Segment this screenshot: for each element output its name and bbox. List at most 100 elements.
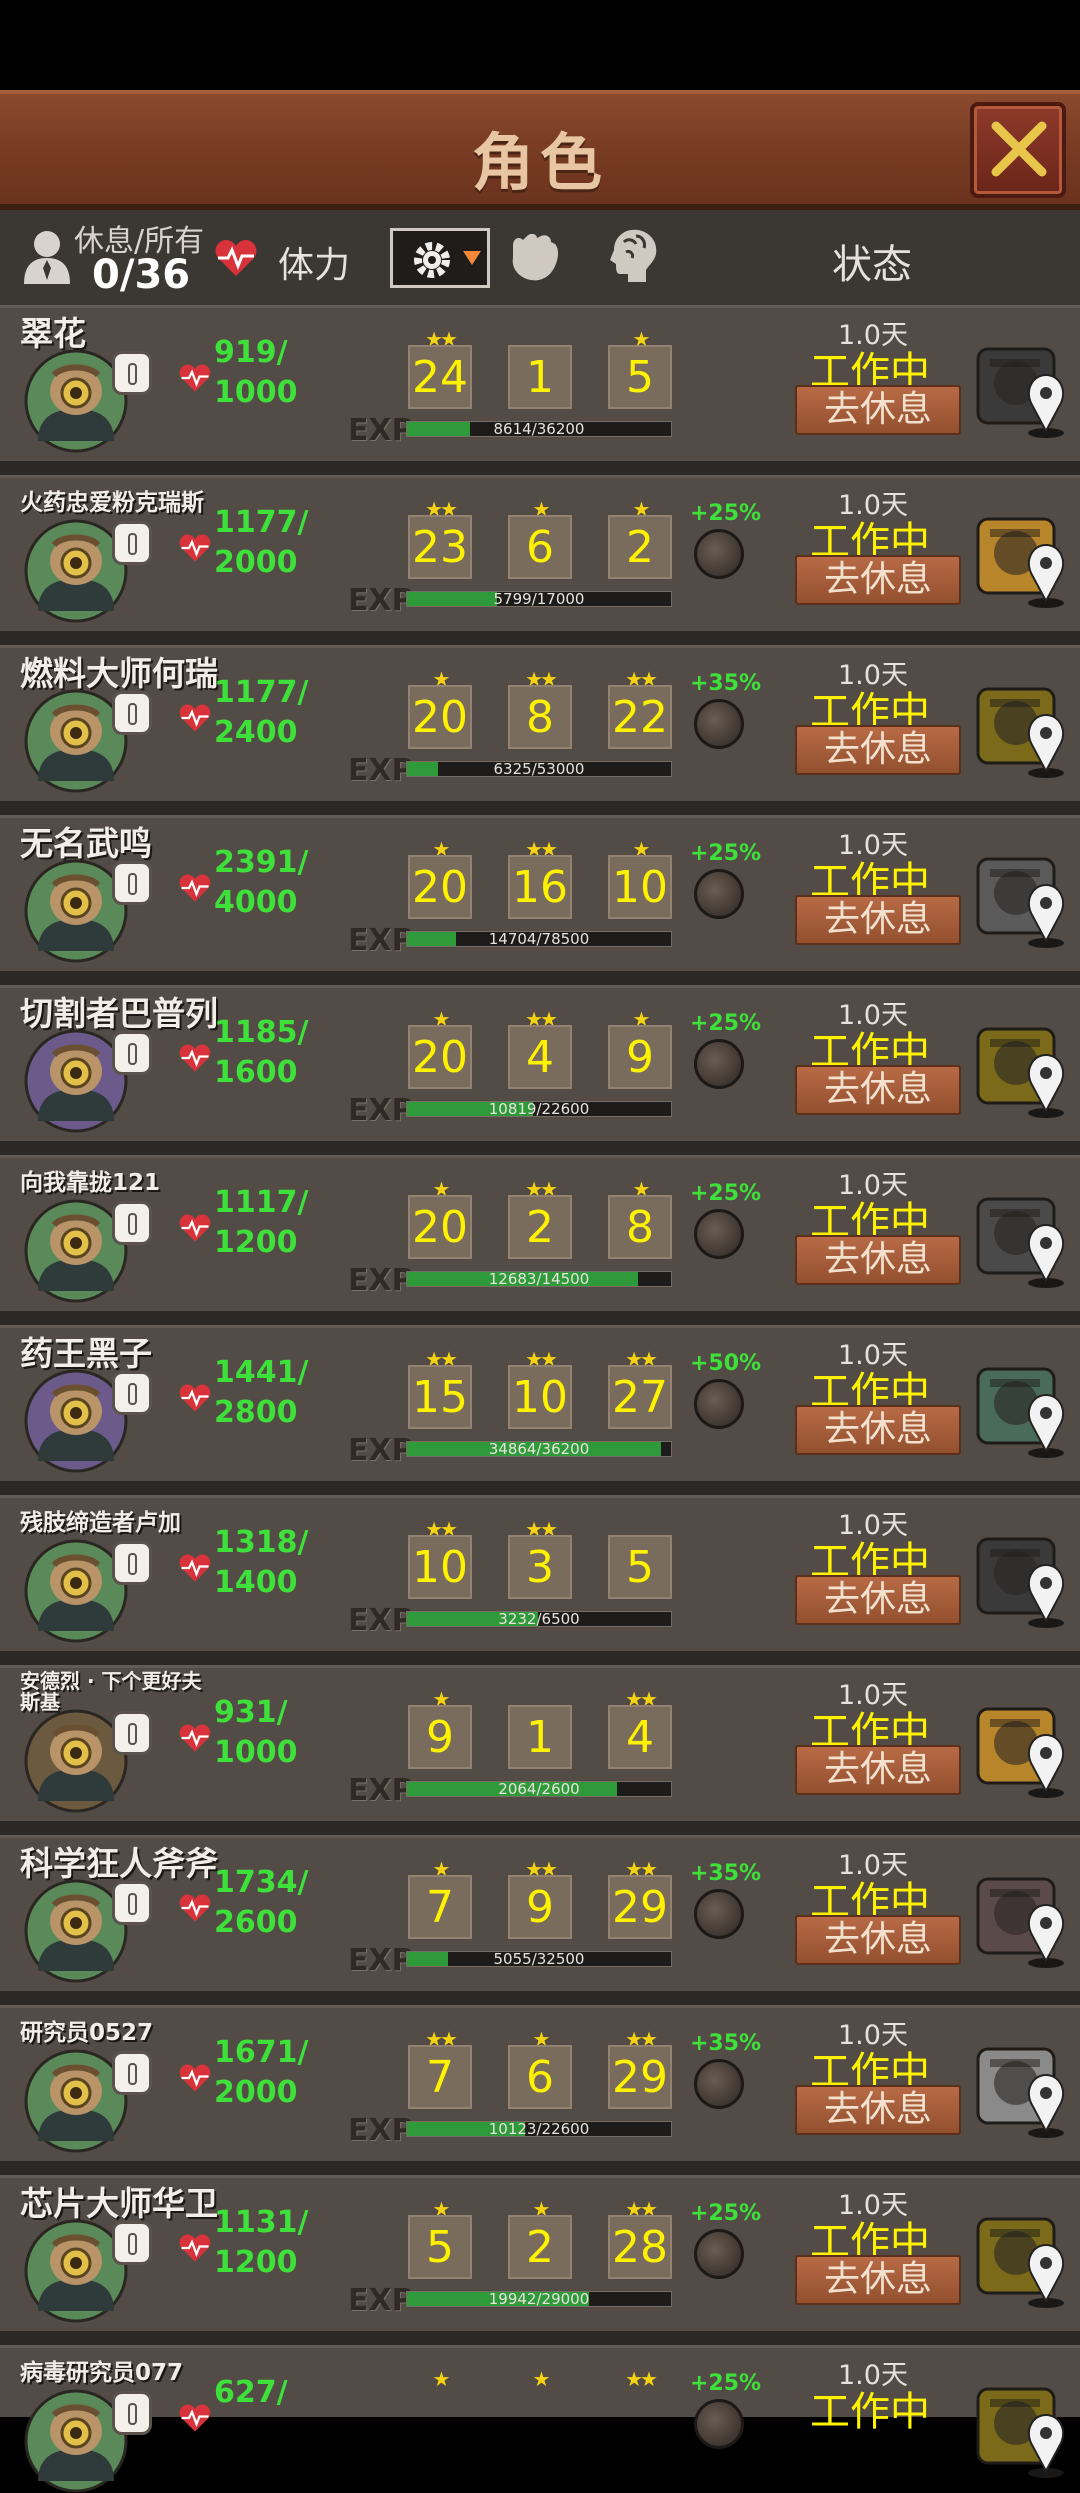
info-icon[interactable] [112, 1881, 152, 1925]
exp-text: 12683/14500 [488, 1270, 590, 1288]
fist-icon[interactable] [505, 228, 565, 288]
close-icon [991, 121, 1047, 177]
character-row[interactable]: 翠花 919/1000 ★★ 24 1 5 ★ EXP 8614/36200 1.0天 工作中 去休… [0, 305, 1080, 475]
rest-button[interactable]: 去休息 [795, 2255, 961, 2305]
rest-button[interactable]: 去休息 [795, 1915, 961, 1965]
info-icon[interactable] [112, 1541, 152, 1585]
hp-value: 1318/1400 [214, 1523, 308, 1603]
exp-progress-bar: 19942/29000 [406, 2290, 672, 2308]
character-row[interactable]: 切割者巴普列 1185/1600 ★ 20 ★★ 4 ★ 9 EXP 10819/22600 +2… [0, 985, 1080, 1155]
character-row[interactable]: 火药忠爱粉克瑞斯 1177/2000 ★★ 23 ★ 6 ★ 2 EXP 5799/17000 +… [0, 475, 1080, 645]
info-icon[interactable] [112, 2221, 152, 2265]
info-icon[interactable] [112, 691, 152, 735]
info-icon[interactable] [112, 351, 152, 395]
character-row[interactable]: 病毒研究员077 627/★ ★ ★★ +25% 1.0天 工作中 [0, 2345, 1080, 2493]
map-pin-icon[interactable] [1025, 1731, 1067, 1799]
stat-stars: ★★ [525, 1347, 558, 1371]
bonus-item-icon [694, 2399, 744, 2449]
stat-value: 15 [408, 1365, 472, 1429]
exp-text: 6325/53000 [493, 760, 585, 778]
exp-text: 3232/6500 [498, 1610, 580, 1628]
hp-max: 4000 [214, 885, 298, 920]
rest-button[interactable]: 去休息 [795, 895, 961, 945]
rest-button[interactable]: 去休息 [795, 385, 961, 435]
bonus-percent: +25% [690, 2201, 762, 2226]
map-pin-icon[interactable] [1025, 371, 1067, 439]
map-pin-icon[interactable] [1025, 1561, 1067, 1629]
rest-button[interactable]: 去休息 [795, 725, 961, 775]
stat-value: 23 [408, 515, 472, 579]
character-row[interactable]: 药王黑子 1441/2800 ★★ 15 ★★ 10 ★★ 27 EXP 34864/36200… [0, 1325, 1080, 1495]
info-icon[interactable] [112, 1201, 152, 1245]
character-row[interactable]: 燃料大师何瑞 1177/2400 ★ 20 ★★ 8 ★★ 22 EXP 6325/53000 +… [0, 645, 1080, 815]
map-pin-icon[interactable] [1025, 541, 1067, 609]
rest-button[interactable]: 去休息 [795, 1065, 961, 1115]
brain-icon[interactable] [606, 226, 662, 286]
character-row[interactable]: 科学狂人斧斧 1734/2600 ★ 7 ★★ 9 ★★ 29 EXP 5055/32500 +3… [0, 1835, 1080, 2005]
bonus-percent: +35% [690, 2031, 762, 2056]
stat-stars: ★★ [625, 667, 658, 691]
character-row[interactable]: 芯片大师华卫 1131/1200 ★ 5 ★ 2 ★★ 28 EXP 19942/29000 +2… [0, 2175, 1080, 2345]
hp-current: 1131/ [214, 2205, 309, 2240]
info-icon[interactable] [112, 861, 152, 905]
stat-value: 16 [508, 855, 572, 919]
info-icon[interactable] [112, 521, 152, 565]
rest-button[interactable]: 去休息 [795, 555, 961, 605]
character-row[interactable]: 无名武鸣 2391/4000 ★ 20 ★★ 16 ★ 10 EXP 14704/78500 +2… [0, 815, 1080, 985]
rest-button[interactable]: 去休息 [795, 1745, 961, 1795]
character-list: 翠花 919/1000 ★★ 24 1 5 ★ EXP 8614/36200 1.0天 工作中 去休… [0, 305, 1080, 2493]
gear-filter-icon [414, 242, 450, 278]
stat-stars: ★ [632, 327, 651, 351]
heart-icon[interactable] [214, 238, 258, 278]
map-pin-icon[interactable] [1025, 1221, 1067, 1289]
hp-max: 2600 [214, 1905, 298, 1940]
hp-current: 931/ [214, 1695, 288, 1730]
map-pin-icon[interactable] [1025, 881, 1067, 949]
stat-stars: ★★ [425, 1347, 458, 1371]
stat-value: 10 [608, 855, 672, 919]
stat-value: 5 [608, 345, 672, 409]
info-icon[interactable] [112, 1711, 152, 1755]
map-pin-icon[interactable] [1025, 2071, 1067, 2139]
rest-button[interactable]: 去休息 [795, 1575, 961, 1625]
map-pin-icon[interactable] [1025, 2241, 1067, 2309]
stat-stars: ★ [432, 2367, 451, 2391]
map-pin-icon[interactable] [1025, 2411, 1067, 2479]
craft-filter-dropdown[interactable] [390, 228, 490, 288]
hp-current: 627/ [214, 2375, 288, 2410]
exp-label: EXP [348, 2113, 414, 2148]
heart-icon [179, 874, 211, 902]
hp-value: 1185/1600 [214, 1013, 308, 1093]
map-pin-icon[interactable] [1025, 711, 1067, 779]
stat-stars: ★★ [625, 1687, 658, 1711]
character-row[interactable]: 残肢缔造者卢加 1318/1400 ★★ 10 ★★ 3 5 EXP 3232/6500 1.0… [0, 1495, 1080, 1665]
bonus-percent: +25% [690, 1181, 762, 1206]
character-row[interactable]: 研究员0527 1671/2000 ★★ 7 ★ 6 ★★ 29 EXP 10123/22600… [0, 2005, 1080, 2175]
rest-button[interactable]: 去休息 [795, 1235, 961, 1285]
exp-label: EXP [348, 1263, 414, 1298]
stat-stars: ★ [632, 1177, 651, 1201]
stat-value: 6 [508, 515, 572, 579]
stat-stars: ★ [432, 2197, 451, 2221]
map-pin-icon[interactable] [1025, 1901, 1067, 1969]
exp-progress-bar: 8614/36200 [406, 420, 672, 438]
close-button[interactable] [970, 102, 1066, 198]
stamina-sort-label[interactable]: 体力 [278, 236, 350, 288]
rest-button[interactable]: 去休息 [795, 1405, 961, 1455]
stat-stars: ★★ [625, 1347, 658, 1371]
map-pin-icon[interactable] [1025, 1051, 1067, 1119]
character-row[interactable]: 安德烈 · 下个更好夫斯基 931/1000 ★ 9 1 ★★ 4 EXP 2064/2600… [0, 1665, 1080, 1835]
stat-stars: ★ [432, 1857, 451, 1881]
character-row[interactable]: 向我靠拢121 1117/1200 ★ 20 ★★ 2 ★ 8 EXP 12683/14500 +… [0, 1155, 1080, 1325]
info-icon[interactable] [112, 1031, 152, 1075]
info-icon[interactable] [112, 2391, 152, 2435]
stat-value: 9 [508, 1875, 572, 1939]
stat-value: 1 [508, 345, 572, 409]
exp-text: 8614/36200 [493, 420, 585, 438]
exp-text: 5055/32500 [493, 1950, 585, 1968]
info-icon[interactable] [112, 2051, 152, 2095]
map-pin-icon[interactable] [1025, 1391, 1067, 1459]
info-icon[interactable] [112, 1371, 152, 1415]
rest-button[interactable]: 去休息 [795, 2085, 961, 2135]
heart-icon [179, 1044, 211, 1072]
